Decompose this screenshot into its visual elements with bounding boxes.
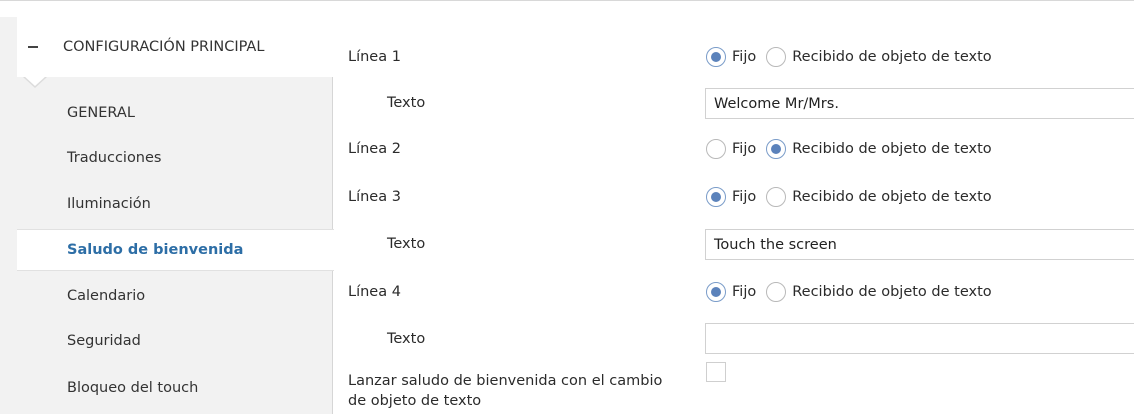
main-panel: Línea 1 Fijo Recibido de objeto de texto… [334,17,1134,414]
line-1-fixed-radio[interactable] [706,47,726,67]
sidebar-item-label: Traducciones [67,150,162,166]
received-option-label: Recibido de objeto de texto [792,141,992,157]
sidebar-header-label: CONFIGURACIÓN PRINCIPAL [63,39,265,55]
sidebar-item-traducciones[interactable]: Traducciones [17,137,333,179]
line-1-radio-group: Fijo Recibido de objeto de texto [706,45,1002,69]
line-1-label: Línea 1 [348,49,401,65]
received-option-label: Recibido de objeto de texto [792,284,992,300]
fixed-option-label: Fijo [732,141,757,157]
sidebar-item-label: GENERAL [67,105,135,121]
sidebar-item-calendario[interactable]: Calendario [17,275,333,317]
sidebar-item-label: Seguridad [67,333,141,349]
collapse-minus-icon[interactable] [25,39,41,55]
sidebar-item-bloqueo-del-touch[interactable]: Bloqueo del touch [17,367,333,409]
line-1-text-input[interactable]: Welcome Mr/Mrs. [705,88,1134,119]
line-3-radio-group: Fijo Recibido de objeto de texto [706,185,1002,209]
received-option-label: Recibido de objeto de texto [792,49,992,65]
sidebar-header[interactable]: CONFIGURACIÓN PRINCIPAL [17,17,333,77]
line-2-fixed-radio[interactable] [706,139,726,159]
launch-greeting-label-line-2: de objeto de texto [348,393,482,409]
fixed-option-label: Fijo [732,49,757,65]
line-3-fixed-radio[interactable] [706,187,726,207]
sidebar-item-general[interactable]: GENERAL [17,92,333,134]
fixed-option-label: Fijo [732,189,757,205]
line-2-radio-group: Fijo Recibido de objeto de texto [706,137,1002,161]
line-3-received-radio[interactable] [766,187,787,207]
launch-greeting-checkbox[interactable] [706,362,726,382]
line-2-received-radio[interactable] [766,139,787,159]
launch-greeting-label-line-1: Lanzar saludo de bienvenida con el cambi… [348,373,663,389]
sidebar-item-seguridad[interactable]: Seguridad [17,320,333,362]
line-1-text-label: Texto [387,95,426,111]
line-4-text-input[interactable] [705,323,1134,354]
line-1-received-radio[interactable] [766,47,787,67]
sidebar-item-label: Saludo de bienvenida [67,242,244,258]
line-3-text-label: Texto [387,236,426,252]
line-4-label: Línea 4 [348,284,401,300]
line-3-label: Línea 3 [348,189,401,205]
line-4-received-radio[interactable] [766,282,787,302]
sidebar-item-saludo-de-bienvenida[interactable]: Saludo de bienvenida [17,229,334,271]
fixed-option-label: Fijo [732,284,757,300]
line-4-text-label: Texto [387,331,426,347]
sidebar-item-iluminacion[interactable]: Iluminación [17,183,333,225]
received-option-label: Recibido de objeto de texto [792,189,992,205]
sidebar-item-label: Iluminación [67,196,151,212]
sidebar: CONFIGURACIÓN PRINCIPAL GENERAL Traducci… [0,17,334,414]
window: CONFIGURACIÓN PRINCIPAL GENERAL Traducci… [0,0,1134,414]
line-2-label: Línea 2 [348,141,401,157]
line-4-fixed-radio[interactable] [706,282,726,302]
line-3-text-input[interactable]: Touch the screen [705,229,1134,260]
line-4-radio-group: Fijo Recibido de objeto de texto [706,280,1002,304]
sidebar-item-label: Bloqueo del touch [67,380,199,396]
header-pointer [24,76,46,86]
sidebar-item-label: Calendario [67,288,146,304]
